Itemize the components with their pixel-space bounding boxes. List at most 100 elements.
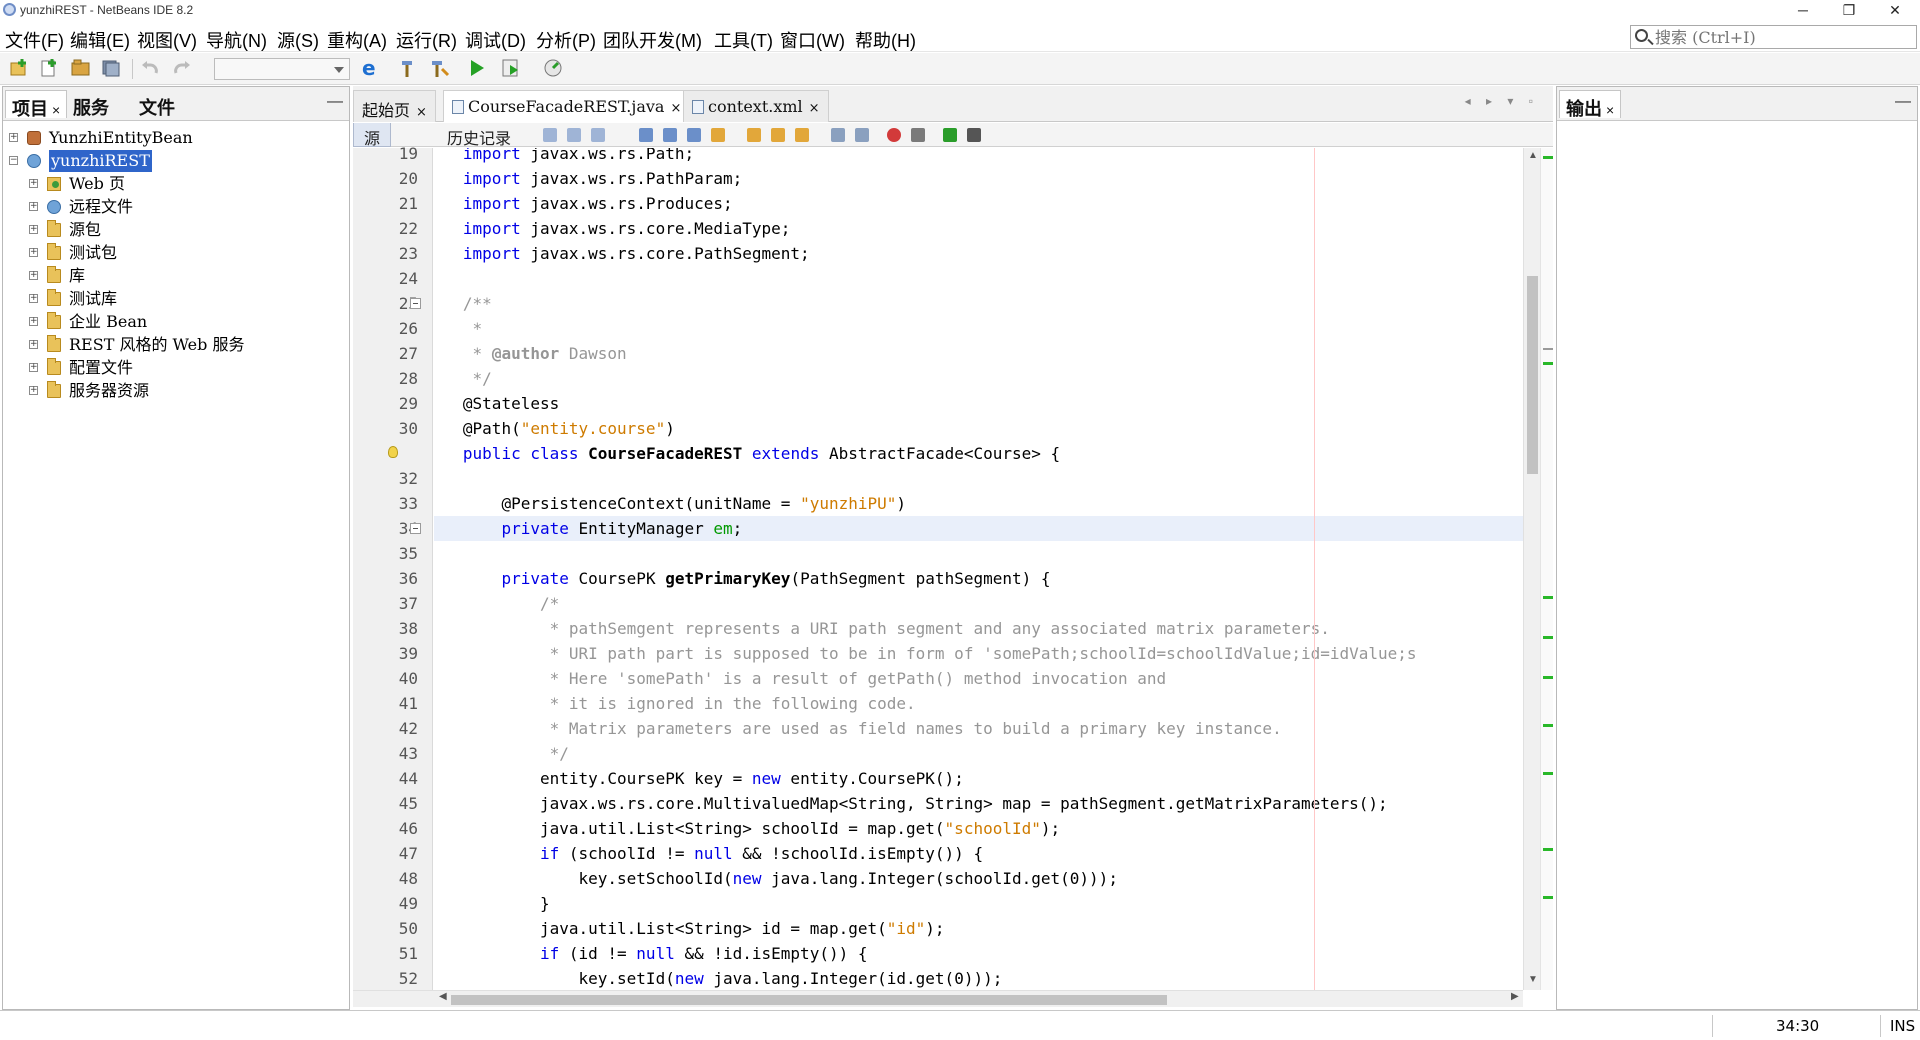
menu-view[interactable]: 视图(V) (137, 27, 197, 53)
menu-run[interactable]: 运行(R) (396, 27, 457, 53)
status-ok-marker[interactable] (1543, 156, 1553, 159)
restore-window-button[interactable]: ❐ (1826, 0, 1872, 22)
close-icon[interactable]: × (670, 101, 681, 116)
toggle-highlight-icon[interactable] (711, 128, 725, 142)
tab-context-xml[interactable]: context.xml × (683, 90, 829, 122)
expand-icon[interactable]: + (9, 133, 18, 142)
find-icon[interactable] (639, 128, 653, 142)
redo-icon[interactable] (170, 57, 192, 79)
run-icon[interactable] (466, 57, 488, 79)
insert-mode[interactable]: INS (1890, 1017, 1915, 1035)
configuration-dropdown[interactable] (214, 58, 350, 80)
quick-search-box[interactable] (1630, 25, 1917, 49)
next-bookmark-icon[interactable] (771, 128, 785, 142)
start-macro-icon[interactable] (887, 128, 901, 142)
vertical-scrollbar[interactable]: ▲ ▼ (1523, 148, 1540, 990)
menu-refactor[interactable]: 重构(A) (327, 27, 387, 53)
change-marker[interactable] (1543, 724, 1553, 727)
build-icon[interactable] (398, 57, 420, 79)
menu-team[interactable]: 团队开发(M) (603, 27, 702, 53)
undo-icon[interactable] (140, 57, 162, 79)
expand-icon[interactable]: + (29, 294, 38, 303)
menu-source[interactable]: 源(S) (277, 27, 319, 53)
search-icon[interactable] (1635, 29, 1648, 42)
minimize-panel-button[interactable]: — (327, 93, 343, 111)
menu-tools[interactable]: 工具(T) (714, 27, 773, 53)
tab-files[interactable]: 文件 (133, 90, 181, 118)
menu-navigate[interactable]: 导航(N) (206, 27, 267, 53)
browser-icon[interactable]: e (360, 57, 382, 79)
menu-profile[interactable]: 分析(P) (536, 27, 596, 53)
toggle-bookmark-icon[interactable] (795, 128, 809, 142)
horizontal-scroll-thumb[interactable] (451, 995, 1167, 1005)
change-marker[interactable] (1543, 596, 1553, 599)
minimize-window-button[interactable]: ─ (1780, 0, 1826, 22)
expand-icon[interactable]: + (29, 317, 38, 326)
debug-icon[interactable] (500, 57, 522, 79)
code-editor[interactable]: import javax.ws.rs.Path; import javax.ws… (434, 148, 1523, 990)
scroll-left-icon[interactable]: ◀ (439, 991, 447, 1002)
scroll-down-icon[interactable]: ▼ (1528, 974, 1538, 985)
vertical-scroll-thumb[interactable] (1527, 276, 1538, 474)
expand-icon[interactable]: + (29, 386, 38, 395)
change-marker[interactable] (1543, 676, 1553, 679)
tab-services[interactable]: 服务 (67, 90, 115, 118)
expand-icon[interactable]: + (29, 202, 38, 211)
expand-icon[interactable]: + (29, 271, 38, 280)
collapse-icon[interactable]: − (9, 156, 18, 165)
horizontal-scrollbar[interactable]: ◀ ▶ (353, 990, 1523, 1007)
tab-navigation-arrows[interactable]: ◂ ▸ ▾ ▫ (1465, 94, 1539, 108)
close-icon[interactable]: × (809, 101, 820, 116)
scroll-up-icon[interactable]: ▲ (1528, 150, 1538, 161)
tab-source[interactable]: 源 (353, 123, 392, 148)
forward-icon[interactable] (591, 128, 605, 142)
expand-icon[interactable]: + (29, 248, 38, 257)
comment-icon[interactable] (943, 128, 957, 142)
menu-window[interactable]: 窗口(W) (780, 27, 845, 53)
fold-toggle[interactable] (410, 523, 421, 534)
fold-toggle[interactable] (410, 298, 421, 309)
lightbulb-hint-icon[interactable] (388, 446, 398, 458)
tab-history[interactable]: 历史记录 (437, 123, 521, 148)
change-marker[interactable] (1543, 772, 1553, 775)
clean-build-icon[interactable] (428, 57, 450, 79)
change-marker[interactable] (1543, 848, 1553, 851)
tab-projects[interactable]: 项目 × (5, 90, 68, 119)
open-project-icon[interactable] (70, 57, 92, 79)
uncomment-icon[interactable] (967, 128, 981, 142)
expand-icon[interactable]: + (29, 340, 38, 349)
profile-icon[interactable] (542, 57, 564, 79)
scroll-right-icon[interactable]: ▶ (1511, 991, 1519, 1002)
expand-icon[interactable]: + (29, 363, 38, 372)
tab-start-page[interactable]: 起始页 × (353, 90, 436, 122)
close-icon[interactable]: × (1606, 102, 1614, 118)
close-window-button[interactable]: ✕ (1872, 0, 1918, 22)
menu-debug[interactable]: 调试(D) (465, 27, 526, 53)
save-all-icon[interactable] (100, 57, 122, 79)
change-marker[interactable] (1543, 636, 1553, 639)
tab-coursefacaderest-java[interactable]: CourseFacadeREST.java × (443, 90, 691, 122)
find-previous-icon[interactable] (663, 128, 677, 142)
change-marker[interactable] (1543, 362, 1553, 365)
minimize-panel-button[interactable]: — (1895, 93, 1911, 111)
new-project-icon[interactable] (8, 57, 30, 79)
change-marker[interactable] (1543, 896, 1553, 899)
expand-icon[interactable]: + (29, 225, 38, 234)
menu-edit[interactable]: 编辑(E) (70, 27, 130, 53)
tab-output[interactable]: 输出 × (1559, 90, 1622, 119)
find-next-icon[interactable] (687, 128, 701, 142)
close-icon[interactable]: × (52, 102, 60, 118)
close-icon[interactable]: × (416, 105, 427, 120)
stop-macro-icon[interactable] (911, 128, 925, 142)
menu-help[interactable]: 帮助(H) (855, 27, 916, 53)
menu-file[interactable]: 文件(F) (5, 27, 64, 53)
shift-left-icon[interactable] (831, 128, 845, 142)
back-icon[interactable] (567, 128, 581, 142)
previous-bookmark-icon[interactable] (747, 128, 761, 142)
shift-right-icon[interactable] (855, 128, 869, 142)
error-stripe[interactable] (1540, 148, 1553, 990)
expand-icon[interactable]: + (29, 179, 38, 188)
search-input[interactable] (1655, 27, 1910, 47)
new-file-icon[interactable] (38, 57, 60, 79)
last-edit-icon[interactable] (543, 128, 557, 142)
